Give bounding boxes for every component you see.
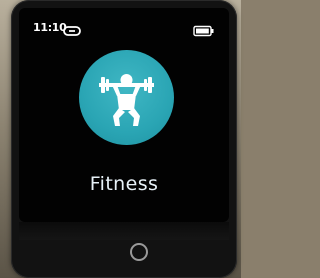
home-button[interactable] bbox=[130, 243, 148, 261]
status-bar: 11:10 bbox=[19, 8, 229, 40]
battery-fill bbox=[196, 28, 209, 34]
app-label: Fitness bbox=[89, 173, 159, 195]
screen-bottom-bezel bbox=[19, 222, 229, 240]
weightlifting-icon[interactable] bbox=[79, 50, 174, 145]
device-screen: 11:10 Fitness bbox=[19, 8, 229, 222]
battery-icon bbox=[193, 22, 215, 37]
link-icon bbox=[63, 22, 81, 36]
status-time: 11:10 bbox=[33, 21, 67, 34]
